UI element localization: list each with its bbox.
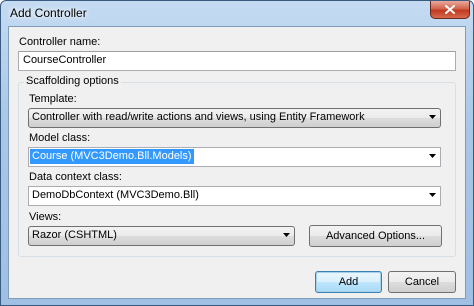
views-value: Razor (CSHTML)	[32, 229, 117, 241]
model-class-select[interactable]: Course (MVC3Demo.Bll.Models)	[28, 147, 441, 167]
title-bar[interactable]: Add Controller	[1, 1, 473, 25]
cancel-button[interactable]: Cancel	[388, 271, 456, 293]
controller-name-value: CourseController	[23, 54, 107, 66]
controller-name-input[interactable]: CourseController	[18, 51, 456, 71]
advanced-options-button[interactable]: Advanced Options...	[309, 225, 442, 247]
chevron-down-icon	[429, 154, 436, 158]
dialog-window: Add Controller Controller name: CourseCo…	[0, 0, 474, 306]
model-class-value: Course (MVC3Demo.Bll.Models)	[30, 149, 194, 164]
controller-name-label: Controller name:	[19, 36, 101, 48]
template-select[interactable]: Controller with read/write actions and v…	[28, 108, 441, 128]
template-label: Template:	[29, 93, 77, 105]
add-button[interactable]: Add	[315, 271, 382, 293]
dialog-client-area: Controller name: CourseController Scaffo…	[8, 26, 466, 299]
chevron-down-icon	[283, 233, 290, 237]
chevron-down-icon	[429, 115, 436, 119]
template-value: Controller with read/write actions and v…	[32, 111, 365, 123]
close-button[interactable]	[430, 1, 470, 19]
data-context-label: Data context class:	[29, 171, 122, 183]
model-class-label: Model class:	[29, 132, 91, 144]
views-select[interactable]: Razor (CSHTML)	[28, 226, 295, 246]
data-context-select[interactable]: DemoDbContext (MVC3Demo.Bll)	[28, 186, 441, 206]
scaffolding-options-title: Scaffolding options	[24, 75, 121, 87]
views-label: Views:	[29, 211, 62, 223]
window-title: Add Controller	[10, 6, 87, 20]
data-context-value: DemoDbContext (MVC3Demo.Bll)	[32, 189, 199, 201]
chevron-down-icon	[429, 193, 436, 197]
close-icon	[445, 5, 455, 14]
